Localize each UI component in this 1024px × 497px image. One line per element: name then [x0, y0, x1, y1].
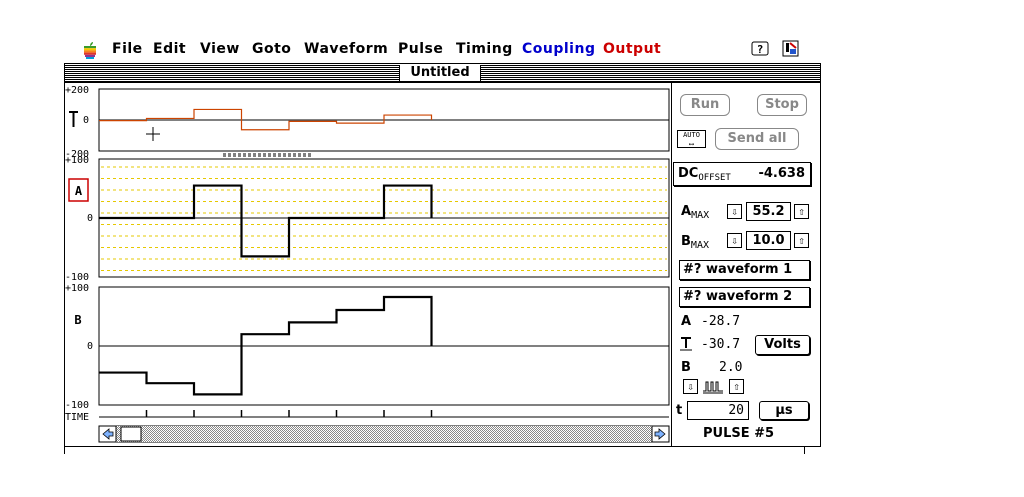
scrollbar-track [99, 426, 669, 442]
app-icon[interactable] [782, 40, 800, 58]
bmax-value[interactable]: 10.0 [746, 231, 791, 250]
help-icon[interactable]: ? [751, 41, 769, 57]
t-value-field[interactable]: 20 [687, 401, 749, 420]
scroll-thumb[interactable] [120, 426, 142, 442]
amax-value[interactable]: 55.2 [746, 202, 791, 221]
bmax-decrease-icon[interactable]: ⇩ [727, 233, 742, 248]
timing-decrease-icon[interactable]: ⇩ [683, 379, 698, 394]
svg-text:?: ? [757, 43, 764, 56]
dc-offset-value: -4.638 [758, 166, 805, 181]
offset-readout-icon [680, 337, 692, 351]
send-all-button[interactable]: Send all [715, 128, 799, 150]
auto-label: AUTO [683, 131, 700, 139]
t-label: t [676, 403, 683, 418]
a-plot-ymax: +100 [65, 155, 89, 166]
time-ticks [145, 410, 433, 417]
menu-pulse[interactable]: Pulse [398, 41, 443, 57]
amax-decrease-icon[interactable]: ⇩ [727, 204, 742, 219]
apple-icon[interactable] [82, 41, 98, 59]
run-button[interactable]: Run [680, 94, 730, 116]
window-title: Untitled [399, 65, 481, 81]
bmax-label: BMAX [681, 234, 709, 251]
dc-offset-sub: OFFSET [698, 173, 731, 183]
amax-label: AMAX [681, 204, 710, 221]
waveform-2-selector[interactable]: #? waveform 2 [679, 287, 810, 307]
menu-timing[interactable]: Timing [456, 41, 513, 57]
dc-offset-field[interactable]: DCOFFSET -4.638 [673, 162, 811, 186]
timing-increase-icon[interactable]: ⇧ [729, 379, 744, 394]
b-readout-label: B [681, 360, 691, 375]
window-edge-mark-right [804, 446, 805, 454]
b-plot-zero: 0 [87, 341, 93, 352]
menu-output[interactable]: Output [603, 41, 661, 57]
pulse-label: PULSE #5 [703, 426, 775, 441]
a-readout-label: A [681, 314, 692, 329]
offset-readout-value: -30.7 [701, 337, 741, 352]
auto-arrow-icon: ⟷ [689, 140, 694, 148]
waveform-1-selector[interactable]: #? waveform 1 [679, 260, 810, 280]
pulse-train-icon [703, 381, 723, 394]
b-plot-ymax: +100 [65, 283, 89, 294]
a-plot-zero: 0 [87, 213, 93, 224]
plot-area[interactable]: +200 0 -200 +100 0 -100 A +100 0 -100 B [65, 83, 671, 446]
menu-coupling[interactable]: Coupling [522, 41, 595, 57]
menu-waveform[interactable]: Waveform [304, 41, 388, 57]
menu-goto[interactable]: Goto [252, 41, 291, 57]
time-label: TIME [65, 412, 89, 423]
top-plot-ymax: +200 [65, 85, 89, 96]
amax-increase-icon[interactable]: ⇧ [794, 204, 809, 219]
panel-divider [671, 83, 672, 446]
b-readout-value: 2.0 [719, 360, 743, 375]
window-edge-mark [64, 446, 65, 454]
b-plot-ymin: -100 [65, 400, 89, 411]
offset-icon [69, 111, 78, 127]
main-window: Untitled +200 0 -200 +100 0 -100 A +100 … [64, 63, 821, 447]
a-readout-value: -28.7 [701, 314, 741, 329]
dc-offset-label: DC [678, 166, 699, 181]
auto-toggle[interactable]: AUTO ⟷ [677, 130, 706, 148]
b-channel-label: B [74, 313, 81, 327]
a-channel-label: A [75, 184, 83, 198]
menubar: File Edit View Goto Waveform Pulse Timin… [0, 38, 1024, 60]
volts-button[interactable]: Volts [755, 335, 810, 355]
top-plot-zero: 0 [83, 115, 89, 126]
title-bar[interactable]: Untitled [65, 64, 820, 83]
a-plot-ymin: -100 [65, 272, 89, 283]
time-unit-button[interactable]: µs [759, 401, 809, 420]
menu-view[interactable]: View [200, 41, 240, 57]
bmax-increase-icon[interactable]: ⇧ [794, 233, 809, 248]
menu-edit[interactable]: Edit [153, 41, 186, 57]
menu-file[interactable]: File [112, 41, 143, 57]
stop-button[interactable]: Stop [757, 94, 807, 116]
